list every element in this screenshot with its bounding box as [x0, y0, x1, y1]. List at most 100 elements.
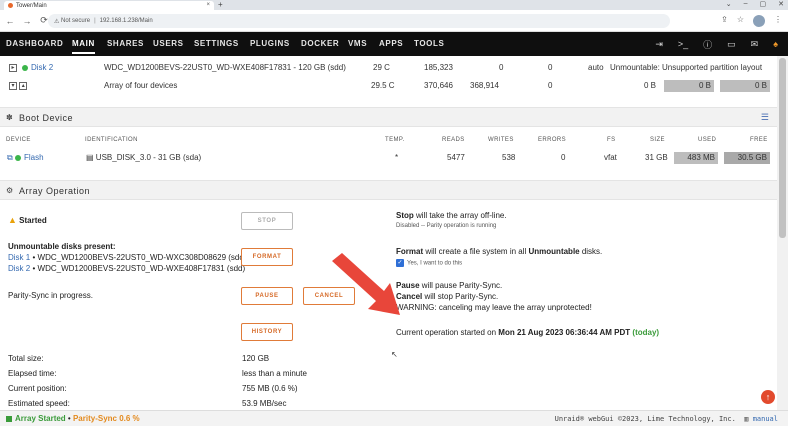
flash-temp: *	[395, 153, 399, 162]
feedback-icon[interactable]: ✉	[751, 39, 759, 50]
footer-array-status: Array Started	[15, 414, 66, 423]
history-button[interactable]: HISTORY	[241, 323, 293, 341]
stat-value: less than a minute	[242, 369, 307, 378]
nav-tools[interactable]: TOOLS	[414, 32, 444, 56]
col-temp: TEMP.	[385, 137, 405, 143]
expand-icon[interactable]: ▸	[9, 63, 17, 72]
nav-docker[interactable]: DOCKER	[301, 32, 339, 56]
page-scrollbar[interactable]	[777, 56, 788, 410]
browser-tab-bar: Tower/Main × + ⌄ – ▢ ✕	[0, 0, 788, 10]
star-icon[interactable]: ☆	[737, 15, 744, 27]
browser-actions: ⇪ ☆ ⋮	[721, 15, 782, 27]
disk2-reads: 185,323	[424, 63, 453, 72]
stat-label: Elapsed time:	[8, 369, 57, 378]
info-icon[interactable]: ⓘ	[703, 38, 712, 51]
array-operation-header: ⚙ Array Operation	[0, 180, 777, 200]
profile-avatar[interactable]	[753, 15, 765, 27]
tab-close-icon[interactable]: ×	[206, 2, 210, 8]
stat-value: 120 GB	[242, 354, 270, 363]
menu-icon[interactable]: ⋮	[774, 15, 782, 27]
disk2-link[interactable]: Disk 2	[31, 63, 53, 72]
terminal-icon[interactable]: >_	[678, 39, 688, 49]
array-writes: 368,914	[470, 81, 499, 90]
array-used-bar: 0 B	[664, 80, 714, 92]
table-row-array-total: ▾ ▴ Array of four devices 29.5 C 370,646…	[0, 77, 777, 95]
close-window-icon[interactable]: ✕	[778, 0, 784, 8]
list-view-icon[interactable]: ☰	[761, 112, 769, 123]
flash-errors: 0	[561, 153, 566, 162]
status-dot-green	[22, 64, 28, 71]
array-reads: 370,646	[424, 81, 453, 90]
format-description: Format will create a file system in all …	[396, 247, 603, 256]
boot-table-header: DEVICE IDENTIFICATION TEMP. READS WRITES…	[0, 133, 777, 147]
nav-users[interactable]: USERS	[153, 32, 184, 56]
col-identification: IDENTIFICATION	[85, 137, 138, 143]
maximize-icon[interactable]: ▢	[760, 0, 767, 8]
col-device: DEVICE	[6, 137, 31, 143]
array-size: 0 B	[644, 81, 657, 90]
flash-identification: USB_DISK_3.0 - 31 GB (sda)	[95, 153, 202, 162]
flash-fs: vfat	[604, 153, 617, 162]
array-status-text: Started	[19, 216, 47, 225]
security-label: Not secure	[61, 18, 91, 24]
stat-label: Total size:	[8, 354, 44, 363]
nav-icon-group: ⇥ >_ ⓘ ▭ ✉ ♠	[655, 32, 778, 56]
url-text: 192.168.1.238/Main	[99, 18, 153, 24]
disk2-fs: auto	[588, 63, 604, 72]
tab-search-icon[interactable]: ⌄	[726, 0, 732, 8]
current-operation: Current operation started on Mon 21 Aug …	[396, 328, 660, 337]
tab-title: Tower/Main	[16, 2, 47, 9]
nav-apps[interactable]: APPS	[379, 32, 403, 56]
stop-button[interactable]: STOP	[241, 212, 293, 230]
url-input[interactable]: ⚠ Not secure | 192.168.1.238/Main	[48, 14, 670, 28]
spin-down-icon[interactable]: ▾	[9, 81, 17, 90]
array-free-bar: 0 B	[720, 80, 770, 92]
nav-dashboard[interactable]: DASHBOARD	[6, 32, 63, 56]
forward-icon[interactable]: →	[20, 16, 34, 26]
col-fs: FS	[607, 137, 616, 143]
pause-button[interactable]: PAUSE	[241, 287, 293, 305]
mouse-cursor-icon: ↖	[391, 350, 398, 359]
nav-plugins[interactable]: PLUGINS	[250, 32, 290, 56]
footer-parity-status: Parity-Sync 0.6 %	[72, 414, 140, 423]
nav-vms[interactable]: VMS	[348, 32, 367, 56]
logout-icon[interactable]: ⇥	[655, 39, 663, 50]
nav-main[interactable]: MAIN	[72, 32, 95, 54]
col-reads: READS	[442, 137, 465, 143]
scrollbar-thumb[interactable]	[779, 58, 786, 238]
disk2-status: Unmountable: Unsupported partition layou…	[610, 63, 763, 72]
usb-drive-icon: ▤	[86, 153, 94, 162]
col-size: SIZE	[650, 137, 665, 143]
manual-link[interactable]: manual	[753, 415, 778, 423]
cancel-warning: WARNING: canceling may leave the array u…	[396, 303, 592, 312]
back-icon[interactable]: ←	[3, 16, 17, 26]
open-link-icon[interactable]: ⧉	[7, 153, 13, 162]
disk2-writes: 0	[499, 63, 504, 72]
disk2-link-unmountable[interactable]: Disk 2	[8, 264, 30, 273]
format-button[interactable]: FORMAT	[241, 248, 293, 266]
disk1-link[interactable]: Disk 1	[8, 253, 30, 262]
nav-settings[interactable]: SETTINGS	[194, 32, 239, 56]
minimize-icon[interactable]: –	[744, 0, 748, 8]
table-row-disk2: ▸ Disk 2 WDC_WD1200BEVS-22UST0_WD-WXE408…	[0, 59, 777, 77]
notifications-bell-icon[interactable]: ♠	[773, 39, 778, 49]
table-row-flash: ⧉ Flash ▤ USB_DISK_3.0 - 31 GB (sda) * 5…	[0, 149, 777, 167]
pause-description: Pause will pause Parity-Sync.	[396, 281, 503, 290]
share-icon[interactable]: ⇪	[721, 15, 728, 27]
status-footer: Array Started • Parity-Sync 0.6 % Unraid…	[0, 410, 788, 426]
spin-up-icon[interactable]: ▴	[19, 81, 28, 90]
scroll-to-top-icon[interactable]: ↑	[761, 390, 775, 404]
browser-tab[interactable]: Tower/Main ×	[4, 1, 214, 10]
stop-description: Stop will take the array off-line.	[396, 211, 507, 220]
nav-shares[interactable]: SHARES	[107, 32, 144, 56]
flash-reads: 5477	[447, 153, 465, 162]
array-identification: Array of four devices	[104, 81, 178, 90]
unmountable-item-1: Disk 1 • WDC_WD1200BEVS-22UST0_WD-WXC308…	[8, 253, 247, 262]
unmountable-item-2: Disk 2 • WDC_WD1200BEVS-22UST0_WD-WXE408…	[8, 264, 246, 273]
new-tab-icon[interactable]: +	[218, 0, 223, 9]
flash-writes: 538	[502, 153, 516, 162]
flash-link[interactable]: Flash	[24, 153, 44, 162]
monitor-icon[interactable]: ▭	[727, 39, 736, 50]
paw-icon: ✽	[6, 113, 13, 122]
disk2-temp: 29 C	[373, 63, 390, 72]
